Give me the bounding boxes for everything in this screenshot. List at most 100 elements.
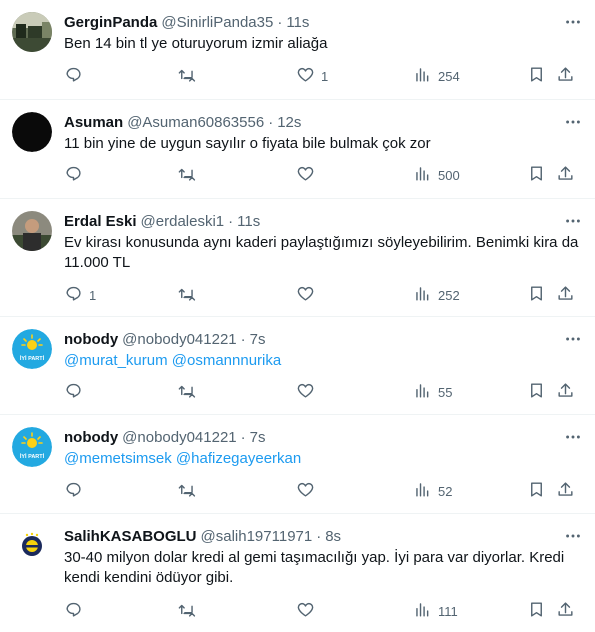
share-icon xyxy=(556,381,575,403)
share-icon xyxy=(556,600,575,622)
reply-icon xyxy=(64,65,83,87)
reply-icon xyxy=(64,381,83,403)
avatar[interactable] xyxy=(12,12,52,52)
display-name[interactable]: Erdal Eski xyxy=(64,213,137,230)
reply-button[interactable] xyxy=(64,66,89,86)
bookmark-button[interactable] xyxy=(527,66,546,86)
display-name[interactable]: nobody xyxy=(64,331,118,348)
bookmark-button[interactable] xyxy=(527,601,546,621)
tweet[interactable]: SalihKASABOGLU @salih19711971 · 8s 30-40… xyxy=(0,514,595,632)
share-button[interactable] xyxy=(556,601,575,621)
tweet[interactable]: GerginPanda @SinirliPanda35 · 11s Ben 14… xyxy=(0,0,595,100)
timestamp[interactable]: 11s xyxy=(237,213,260,230)
timestamp[interactable]: 7s xyxy=(250,331,266,348)
more-icon[interactable] xyxy=(563,427,583,447)
share-button[interactable] xyxy=(556,66,575,86)
retweet-icon xyxy=(177,65,196,87)
handle[interactable]: @salih19711971 xyxy=(201,528,313,545)
bookmark-button[interactable] xyxy=(527,285,546,305)
mention-link[interactable]: @osmannnurika xyxy=(172,352,281,369)
retweet-button[interactable] xyxy=(177,382,202,402)
retweet-button[interactable] xyxy=(177,285,202,305)
tweet-feed: GerginPanda @SinirliPanda35 · 11s Ben 14… xyxy=(0,0,595,632)
views-button[interactable]: 111 xyxy=(413,601,458,621)
more-icon[interactable] xyxy=(563,329,583,349)
share-button[interactable] xyxy=(556,481,575,501)
mention-link[interactable]: @murat_kurum xyxy=(64,352,168,369)
like-button[interactable] xyxy=(296,601,321,621)
handle[interactable]: @SinirliPanda35 xyxy=(161,14,273,31)
views-button[interactable]: 52 xyxy=(413,481,452,501)
avatar[interactable]: İYİ PARTİ xyxy=(12,427,52,467)
bookmark-button[interactable] xyxy=(527,165,546,185)
like-icon xyxy=(296,164,315,186)
like-button[interactable] xyxy=(296,481,321,501)
views-icon xyxy=(413,600,432,622)
share-button[interactable] xyxy=(556,165,575,185)
retweet-button[interactable] xyxy=(177,165,202,185)
timestamp[interactable]: 12s xyxy=(277,114,301,131)
views-button[interactable]: 55 xyxy=(413,382,452,402)
reply-button[interactable]: 1 xyxy=(64,285,96,305)
avatar[interactable]: İYİ PARTİ xyxy=(12,329,52,369)
reply-button[interactable] xyxy=(64,382,89,402)
tweet[interactable]: Asuman @Asuman60863556 · 12s 11 bin yine… xyxy=(0,100,595,199)
share-button[interactable] xyxy=(556,285,575,305)
views-count: 55 xyxy=(438,384,453,400)
bookmark-icon xyxy=(527,65,546,87)
avatar[interactable] xyxy=(12,211,52,251)
tweet-text: @murat_kurum @osmannnurika xyxy=(64,351,583,371)
bookmark-button[interactable] xyxy=(527,382,546,402)
like-icon xyxy=(296,284,315,306)
avatar[interactable] xyxy=(12,112,52,152)
handle[interactable]: @Asuman60863556 xyxy=(127,114,264,131)
tweet-header: GerginPanda @SinirliPanda35 · 11s xyxy=(64,12,583,32)
handle[interactable]: @erdaleski1 xyxy=(141,213,225,230)
tweet-actions: 1 252 xyxy=(64,285,583,305)
views-count: 500 xyxy=(438,167,460,183)
timestamp[interactable]: 8s xyxy=(325,528,341,545)
more-icon[interactable] xyxy=(563,526,583,546)
retweet-button[interactable] xyxy=(177,481,202,501)
like-button[interactable]: 1 xyxy=(296,66,328,86)
reply-button[interactable] xyxy=(64,601,89,621)
like-button[interactable] xyxy=(296,285,321,305)
views-icon xyxy=(413,381,432,403)
like-button[interactable] xyxy=(296,165,321,185)
views-button[interactable]: 500 xyxy=(413,165,460,185)
reply-button[interactable] xyxy=(64,481,89,501)
display-name[interactable]: SalihKASABOGLU xyxy=(64,528,197,545)
tweet[interactable]: İYİ PARTİ nobody @nobody041221 · 7s @mur… xyxy=(0,317,595,415)
mention-link[interactable]: @hafizegayeerkan xyxy=(176,450,301,467)
tweet[interactable]: Erdal Eski @erdaleski1 · 11s Ev kirası k… xyxy=(0,199,595,317)
tweet-header: Asuman @Asuman60863556 · 12s xyxy=(64,112,583,132)
like-button[interactable] xyxy=(296,382,321,402)
share-button[interactable] xyxy=(556,382,575,402)
timestamp[interactable]: 11s xyxy=(286,14,309,31)
tweet[interactable]: İYİ PARTİ nobody @nobody041221 · 7s @mem… xyxy=(0,415,595,514)
separator-dot: · xyxy=(316,527,322,545)
tweet-actions: 55 xyxy=(64,382,583,402)
bookmark-icon xyxy=(527,284,546,306)
retweet-button[interactable] xyxy=(177,66,202,86)
views-count: 254 xyxy=(438,68,460,84)
mention-link[interactable]: @memetsimsek xyxy=(64,450,172,467)
more-icon[interactable] xyxy=(563,211,583,231)
handle[interactable]: @nobody041221 xyxy=(122,331,237,348)
reply-icon xyxy=(64,164,83,186)
bookmark-button[interactable] xyxy=(527,481,546,501)
avatar[interactable] xyxy=(12,526,52,566)
display-name[interactable]: nobody xyxy=(64,429,118,446)
retweet-button[interactable] xyxy=(177,601,202,621)
retweet-icon xyxy=(177,600,196,622)
views-button[interactable]: 254 xyxy=(413,66,460,86)
display-name[interactable]: Asuman xyxy=(64,114,123,131)
more-icon[interactable] xyxy=(563,112,583,132)
timestamp[interactable]: 7s xyxy=(250,429,266,446)
separator-dot: · xyxy=(240,428,246,446)
reply-button[interactable] xyxy=(64,165,89,185)
views-button[interactable]: 252 xyxy=(413,285,460,305)
handle[interactable]: @nobody041221 xyxy=(122,429,237,446)
more-icon[interactable] xyxy=(563,12,583,32)
display-name[interactable]: GerginPanda xyxy=(64,14,157,31)
